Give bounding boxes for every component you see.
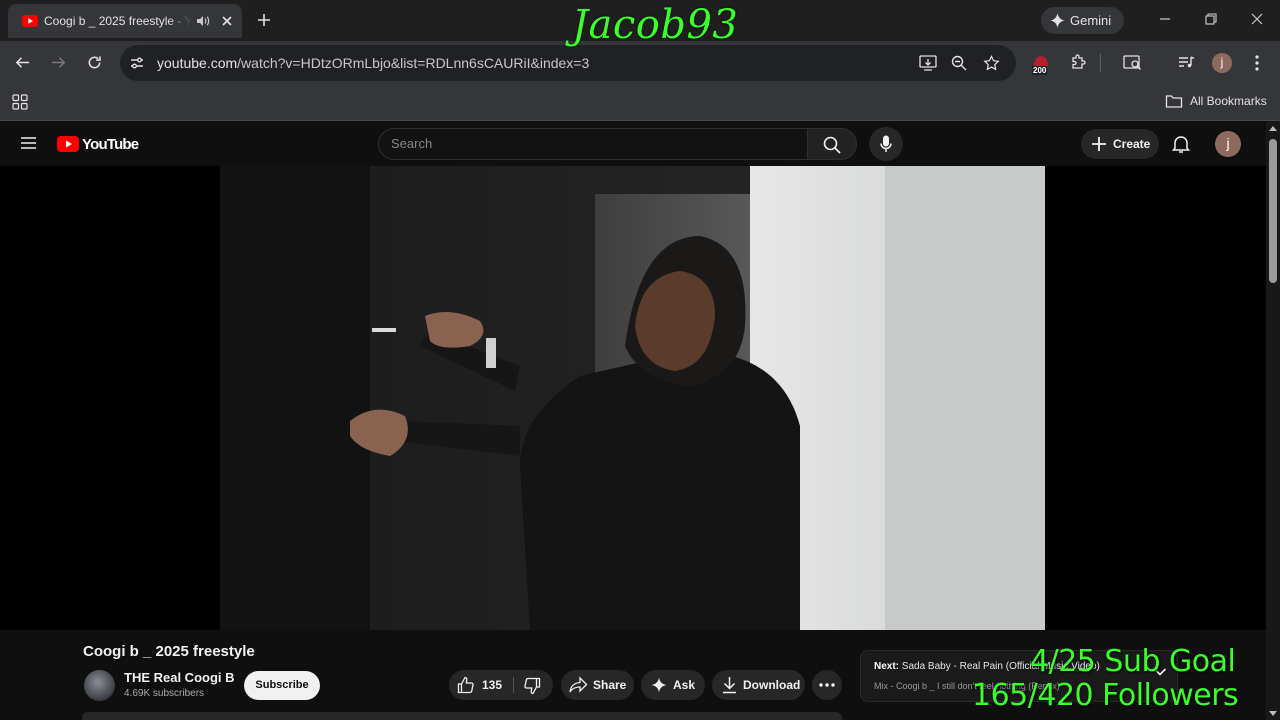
- install-app-icon[interactable]: [919, 55, 937, 71]
- all-bookmarks-label: All Bookmarks: [1190, 94, 1267, 108]
- youtube-logo[interactable]: YouTube: [57, 135, 139, 153]
- microphone-icon: [880, 135, 892, 153]
- address-bar[interactable]: youtube.com/watch?v=HDtzORmLbjo&list=RDL…: [120, 45, 1016, 81]
- create-label: Create: [1113, 137, 1151, 151]
- forward-arrow-icon[interactable]: [50, 54, 67, 71]
- more-actions-button[interactable]: [812, 670, 842, 700]
- channel-avatar[interactable]: [84, 670, 115, 701]
- share-label: Share: [593, 678, 627, 692]
- download-icon: [721, 676, 738, 694]
- like-dislike-group: 135: [449, 670, 553, 700]
- stream-overlay-name: Jacob93: [572, 2, 739, 48]
- voice-search-button[interactable]: [869, 127, 903, 161]
- share-button[interactable]: Share: [561, 670, 634, 700]
- zoom-icon[interactable]: [951, 55, 967, 71]
- search-input[interactable]: [391, 136, 791, 151]
- media-queue-icon[interactable]: [1178, 55, 1195, 70]
- scrollbar-thumb[interactable]: [1269, 139, 1277, 283]
- search-button[interactable]: [807, 128, 857, 160]
- tab-title-fade: [168, 10, 192, 32]
- tab-close-icon[interactable]: [220, 14, 234, 28]
- browser-menu-kebab-icon[interactable]: [1250, 54, 1264, 72]
- create-button[interactable]: Create: [1081, 129, 1159, 159]
- more-horizontal-icon: [819, 683, 835, 687]
- up-next-prefix: Next:: [874, 661, 900, 672]
- scroll-up-arrow-icon[interactable]: [1269, 125, 1277, 131]
- youtube-logo-icon: [57, 136, 79, 152]
- new-tab-plus-icon[interactable]: [254, 10, 274, 30]
- extension-200-icon[interactable]: 200: [1030, 54, 1054, 76]
- folder-icon: [1165, 93, 1183, 109]
- like-button[interactable]: 135: [449, 670, 513, 700]
- hamburger-menu-icon[interactable]: [20, 136, 37, 150]
- video-player[interactable]: [0, 166, 1266, 630]
- search-icon: [823, 136, 841, 154]
- share-arrow-icon: [569, 676, 588, 694]
- channel-name[interactable]: THE Real Coogi B: [124, 670, 235, 685]
- reload-icon[interactable]: [86, 54, 103, 71]
- download-button[interactable]: Download: [712, 670, 805, 700]
- extension-badge: 200: [1032, 66, 1048, 75]
- apps-grid-icon[interactable]: [12, 94, 28, 110]
- gemini-label: Gemini: [1070, 13, 1112, 28]
- url-host: youtube.com: [157, 55, 238, 71]
- scroll-down-arrow-icon[interactable]: [1269, 711, 1277, 717]
- gemini-sparkle-icon: [1050, 13, 1065, 28]
- restore-window-icon[interactable]: [1204, 12, 1218, 26]
- description-box-edge: [82, 712, 842, 720]
- close-window-icon[interactable]: [1250, 12, 1264, 26]
- thumbs-down-icon: [523, 677, 541, 695]
- like-count: 135: [482, 678, 503, 692]
- youtube-logo-text: YouTube: [82, 136, 139, 153]
- video-frame: [220, 166, 1045, 630]
- dislike-button[interactable]: [514, 670, 553, 700]
- minimize-window-icon[interactable]: [1158, 12, 1172, 26]
- youtube-favicon-icon: [22, 15, 38, 27]
- stream-overlay-followers: 165/420 Followers: [972, 678, 1239, 713]
- page-scrollbar[interactable]: [1266, 121, 1280, 720]
- extensions-puzzle-icon[interactable]: [1070, 53, 1088, 71]
- browser-profile-avatar[interactable]: j: [1212, 53, 1232, 73]
- youtube-header: YouTube Create j: [0, 121, 1266, 166]
- subscriber-count: 4.69K subscribers: [124, 688, 205, 699]
- tab-audio-playing-icon[interactable]: [196, 15, 210, 27]
- ask-button[interactable]: Ask: [641, 670, 705, 700]
- download-label: Download: [743, 678, 801, 692]
- url-path: /watch?v=HDtzORmLbjo&list=RDLnn6sCAURiI&…: [237, 55, 590, 71]
- ask-label: Ask: [673, 678, 696, 692]
- subscribe-button[interactable]: Subscribe: [244, 671, 320, 700]
- tab-search-icon[interactable]: [1123, 54, 1142, 71]
- ask-sparkle-icon: [651, 677, 667, 693]
- video-title: Coogi b _ 2025 freestyle: [83, 643, 255, 660]
- plus-icon: [1091, 136, 1107, 152]
- youtube-search-box[interactable]: [378, 128, 808, 160]
- notifications-bell-icon[interactable]: [1172, 134, 1190, 154]
- bookmark-star-icon[interactable]: [983, 55, 1000, 71]
- bookmarks-bar: All Bookmarks: [0, 85, 1280, 121]
- site-info-tune-icon[interactable]: [129, 55, 145, 71]
- gemini-button[interactable]: Gemini: [1041, 7, 1124, 34]
- browser-tab[interactable]: Coogi b _ 2025 freestyle - YouTube: [8, 4, 242, 38]
- url-text: youtube.com/watch?v=HDtzORmLbjo&list=RDL…: [157, 55, 589, 71]
- back-arrow-icon[interactable]: [14, 54, 31, 71]
- youtube-profile-avatar[interactable]: j: [1215, 131, 1241, 157]
- thumbs-up-icon: [457, 676, 475, 694]
- stream-overlay-sub-goal: 4/25 Sub Goal: [1030, 644, 1236, 679]
- toolbar-divider: [1100, 54, 1101, 72]
